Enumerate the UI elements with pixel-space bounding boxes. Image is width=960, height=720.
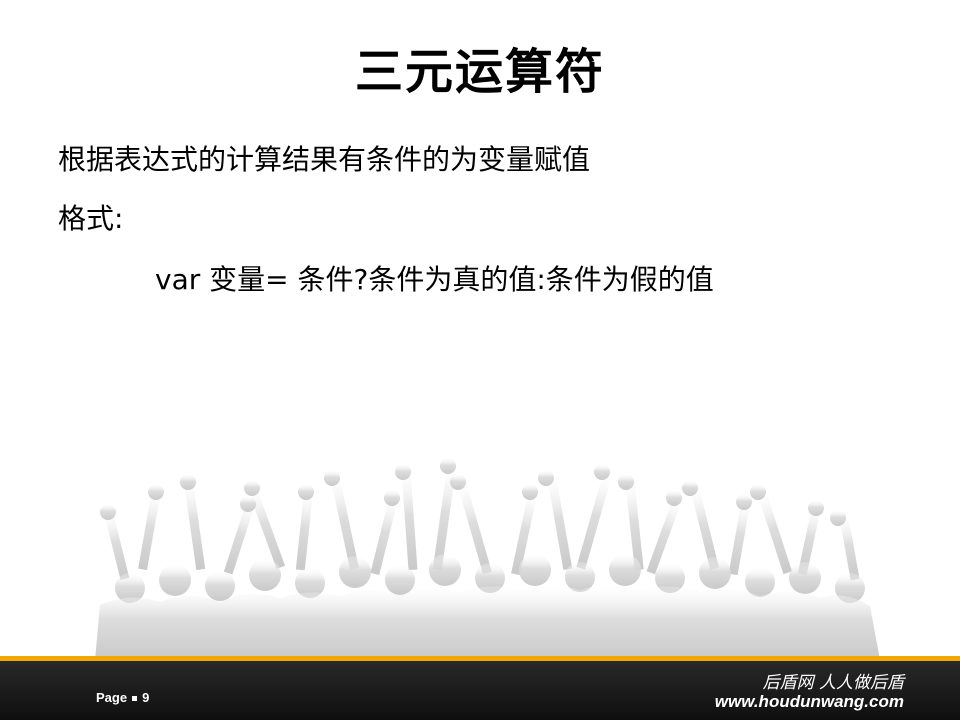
- format-label: 格式:: [58, 202, 124, 235]
- page-number: 9: [142, 690, 150, 705]
- slide-title: 三元运算符: [354, 44, 605, 100]
- page-indicator: Page 9: [96, 690, 149, 705]
- footer-accent-stripe: [0, 656, 960, 661]
- brand-url: www.houdunwang.com: [714, 692, 904, 711]
- footer-bar: Page 9 后盾网 人人做后盾 www.houdunwang.com: [0, 656, 960, 720]
- page-label: Page: [96, 690, 128, 705]
- page-separator-icon: [132, 696, 138, 702]
- brand-slogan: 后盾网 人人做后盾: [762, 673, 904, 693]
- slide: 三元运算符 根据表达式的计算结果有条件的为变量赋值 格式: var 变量= 条件…: [0, 0, 960, 720]
- crowd-silhouette-icon: [95, 458, 880, 660]
- syntax-example: var 变量= 条件?条件为真的值:条件为假的值: [155, 263, 714, 296]
- description-text: 根据表达式的计算结果有条件的为变量赋值: [58, 143, 591, 176]
